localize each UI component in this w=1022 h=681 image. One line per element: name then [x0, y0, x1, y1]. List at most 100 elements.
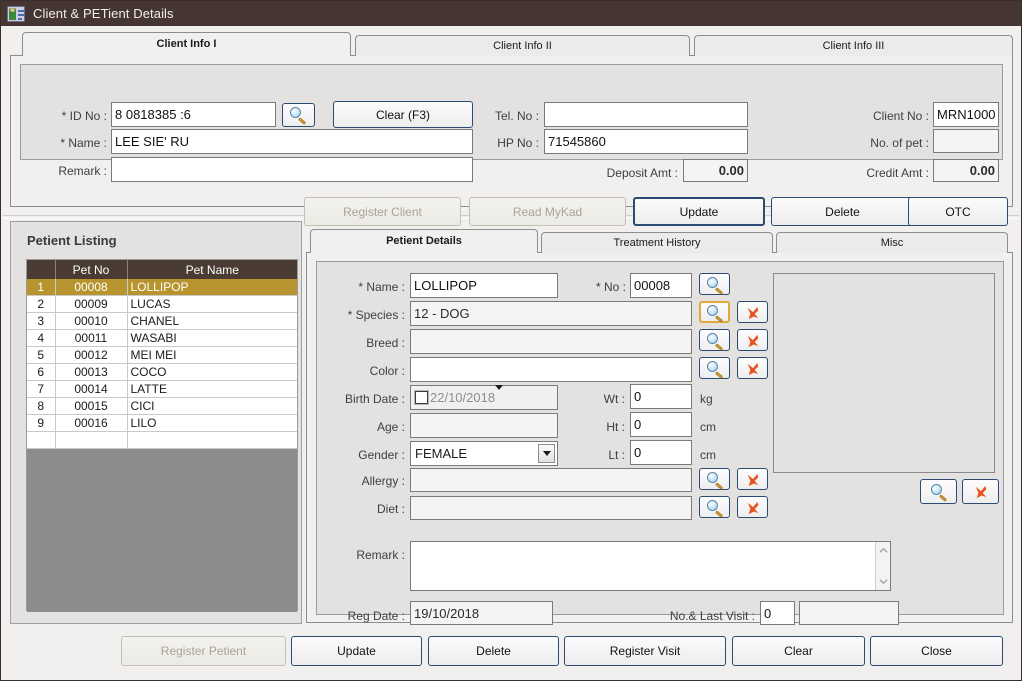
tab-label: Treatment History: [613, 237, 700, 249]
table-row[interactable]: 800015CICI: [27, 398, 297, 415]
breed-input[interactable]: [410, 329, 692, 354]
deposit-amt-label: Deposit Amt :: [571, 166, 678, 180]
petient-table: Pet No Pet Name 100008LOLLIPOP200009LUCA…: [27, 260, 297, 449]
diet-search-button[interactable]: [699, 496, 730, 518]
otc-button[interactable]: OTC: [908, 197, 1008, 226]
breed-label: Breed :: [327, 336, 405, 350]
tab-client-info-ii[interactable]: Client Info II: [355, 35, 690, 56]
breed-clear-button[interactable]: [737, 329, 768, 351]
hp-no-label: HP No :: [481, 136, 539, 150]
client-remark-input[interactable]: [111, 157, 473, 182]
remark-scrollbar[interactable]: [875, 542, 890, 590]
client-delete-button[interactable]: Delete: [771, 197, 914, 226]
tab-label: Client Info I: [157, 38, 217, 50]
id-no-search-button[interactable]: [282, 103, 315, 127]
register-client-button[interactable]: Register Client: [304, 197, 461, 226]
gender-select[interactable]: FEMALE: [410, 441, 558, 466]
petient-listing-grid[interactable]: Pet No Pet Name 100008LOLLIPOP200009LUCA…: [26, 259, 298, 611]
wt-label: Wt :: [579, 392, 625, 406]
petient-delete-button[interactable]: Delete: [428, 636, 559, 666]
tab-treatment-history[interactable]: Treatment History: [541, 232, 773, 253]
pet-remark-value: [411, 542, 890, 546]
color-clear-button[interactable]: [737, 357, 768, 379]
wt-input[interactable]: 0: [630, 384, 692, 409]
row-number: [27, 432, 55, 449]
photo-clear-button[interactable]: [962, 479, 999, 504]
petient-clear-button[interactable]: Clear: [732, 636, 865, 666]
cell-pet-no: 00013: [55, 364, 127, 381]
chevron-down-icon[interactable]: [879, 577, 888, 586]
row-number: 2: [27, 296, 55, 313]
table-row[interactable]: 200009LUCAS: [27, 296, 297, 313]
id-no-input[interactable]: 8 0818385 :6: [111, 102, 276, 127]
color-search-button[interactable]: [699, 357, 730, 379]
tab-petient-details[interactable]: Petient Details: [310, 229, 538, 253]
table-row[interactable]: 300010CHANEL: [27, 313, 297, 330]
table-row[interactable]: 500012MEI MEI: [27, 347, 297, 364]
application-window: Client & PETient Details Client Info I C…: [0, 0, 1022, 681]
species-input[interactable]: 12 - DOG: [410, 301, 692, 326]
photo-browse-button[interactable]: [920, 479, 957, 504]
close-button[interactable]: Close: [870, 636, 1003, 666]
hp-no-input[interactable]: 71545860: [544, 129, 748, 154]
ht-label: Ht :: [579, 420, 625, 434]
reg-date-label: Reg Date :: [327, 609, 405, 623]
client-info-i-page: * ID No : 8 0818385 :6 Clear (F3) * Name…: [10, 55, 1013, 207]
id-card-icon: [7, 6, 25, 22]
birth-date-dropdown-arrow[interactable]: [495, 390, 503, 405]
species-clear-button[interactable]: [737, 301, 768, 323]
visit-count-input[interactable]: 0: [760, 601, 795, 625]
tab-misc[interactable]: Misc: [776, 232, 1008, 253]
allergy-search-button[interactable]: [699, 468, 730, 490]
pet-name-input[interactable]: LOLLIPOP: [410, 273, 558, 298]
pet-no-input[interactable]: 00008: [630, 273, 692, 298]
gender-dropdown-arrow[interactable]: [538, 444, 555, 463]
petient-details-section: Petient Details Treatment History Misc *…: [306, 229, 1013, 624]
color-input[interactable]: [410, 357, 692, 382]
allergy-input[interactable]: [410, 468, 692, 492]
table-row[interactable]: 400011WASABI: [27, 330, 297, 347]
ht-input[interactable]: 0: [630, 412, 692, 437]
client-remark-label: Remark :: [39, 164, 107, 178]
register-visit-label: Register Visit: [610, 644, 680, 658]
age-input: [410, 413, 558, 438]
chevron-up-icon[interactable]: [879, 546, 888, 555]
red-bird-icon: [746, 473, 760, 487]
lt-input[interactable]: 0: [630, 440, 692, 465]
pet-photo-box[interactable]: [773, 273, 995, 473]
clear-f3-button[interactable]: Clear (F3): [333, 101, 473, 128]
client-name-input[interactable]: LEE SIE' RU: [111, 129, 473, 154]
petient-update-button[interactable]: Update: [291, 636, 422, 666]
diet-input[interactable]: [410, 496, 692, 520]
pet-remark-textarea[interactable]: [410, 541, 891, 591]
cell-pet-no: 00014: [55, 381, 127, 398]
table-row[interactable]: 900016LILO: [27, 415, 297, 432]
tab-client-info-iii[interactable]: Client Info III: [694, 35, 1013, 56]
register-visit-button[interactable]: Register Visit: [564, 636, 726, 666]
register-petient-button[interactable]: Register Petient: [121, 636, 286, 666]
table-row[interactable]: 600013COCO: [27, 364, 297, 381]
pet-no-search-button[interactable]: [699, 273, 730, 295]
client-no-input[interactable]: MRN1000: [933, 102, 999, 127]
table-row[interactable]: [27, 432, 297, 449]
petient-clear-label: Clear: [784, 644, 813, 658]
client-delete-label: Delete: [825, 205, 860, 219]
allergy-clear-button[interactable]: [737, 468, 768, 490]
tab-label: Misc: [881, 237, 904, 249]
table-row[interactable]: 100008LOLLIPOP: [27, 279, 297, 296]
read-mykad-label: Read MyKad: [513, 205, 582, 219]
client-update-button[interactable]: Update: [633, 197, 765, 226]
title-bar: Client & PETient Details: [1, 1, 1021, 26]
red-bird-icon: [746, 334, 760, 348]
table-row[interactable]: 700014LATTE: [27, 381, 297, 398]
species-search-button[interactable]: [699, 301, 730, 323]
window-title: Client & PETient Details: [33, 6, 174, 21]
tab-client-info-i[interactable]: Client Info I: [22, 32, 351, 56]
birth-date-checkbox[interactable]: [415, 391, 428, 404]
no-of-pet-label: No. of pet :: [831, 136, 929, 150]
birth-date-picker[interactable]: 22/10/2018: [410, 385, 558, 410]
breed-search-button[interactable]: [699, 329, 730, 351]
read-mykad-button[interactable]: Read MyKad: [469, 197, 626, 226]
diet-clear-button[interactable]: [737, 496, 768, 518]
tel-no-input[interactable]: [544, 102, 748, 127]
